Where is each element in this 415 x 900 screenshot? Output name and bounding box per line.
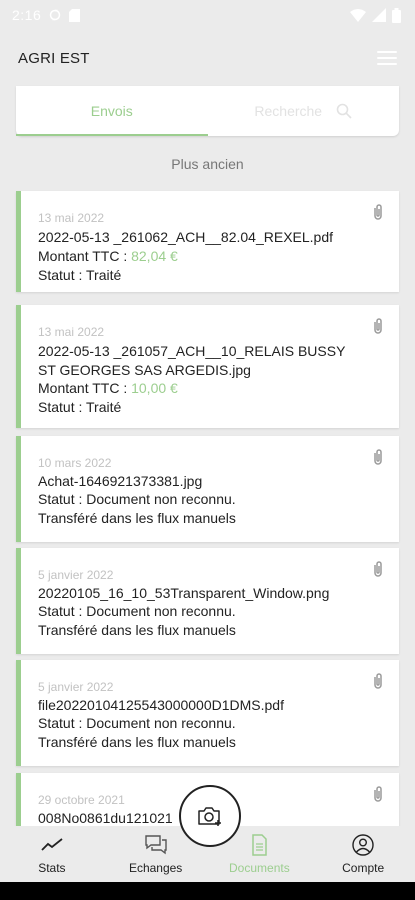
tab-envois[interactable]: Envois xyxy=(16,86,208,136)
document-card[interactable]: 13 mai 2022 2022-05-13 _261057_ACH__10_R… xyxy=(16,305,399,428)
nav-echanges-label: Echanges xyxy=(128,860,183,875)
document-note: Transféré dans les flux manuels xyxy=(38,510,236,526)
amount-value: 10,00 € xyxy=(131,380,178,396)
sync-icon xyxy=(50,9,61,21)
document-date: 29 octobre 2021 xyxy=(38,793,125,807)
document-filename: 20220105_16_10_53Transparent_Window.png xyxy=(38,585,330,601)
system-navigation-bar xyxy=(0,882,415,900)
document-note: Transféré dans les flux manuels xyxy=(38,734,236,750)
paperclip-icon[interactable] xyxy=(371,560,385,578)
tab-recherche-label: Recherche xyxy=(254,103,323,119)
tab-envois-label: Envois xyxy=(90,103,133,119)
chat-icon xyxy=(144,834,167,854)
status-time: 2:16 xyxy=(12,7,42,23)
document-icon xyxy=(252,833,268,856)
app-bar: AGRI EST xyxy=(0,30,415,86)
tab-bar: Envois Recherche xyxy=(16,86,399,136)
document-filename: 008No0861du121021 xyxy=(38,810,173,826)
camera-add-icon xyxy=(198,807,221,826)
wifi-icon xyxy=(350,8,366,22)
document-amount-line: Montant TTC : 82,04 € xyxy=(38,248,178,264)
nav-stats-label: Stats xyxy=(38,860,66,875)
nav-compte[interactable]: Compte xyxy=(311,826,415,882)
document-date: 10 mars 2022 xyxy=(38,456,112,470)
older-documents-link[interactable]: Plus ancien xyxy=(0,156,415,172)
app-title: AGRI EST xyxy=(18,49,90,67)
document-card[interactable]: 13 mai 2022 2022-05-13 _261062_ACH__82.0… xyxy=(16,191,399,292)
document-date: 5 janvier 2022 xyxy=(38,568,114,582)
document-filename: file20220104125543000000D1DMS.pdf xyxy=(38,697,284,713)
hamburger-menu-icon[interactable] xyxy=(377,51,397,65)
amount-label: Montant TTC : xyxy=(38,248,132,264)
document-note: Transféré dans les flux manuels xyxy=(38,622,236,638)
document-date: 5 janvier 2022 xyxy=(38,680,114,694)
nav-documents-label: Documents xyxy=(229,860,290,875)
paperclip-icon[interactable] xyxy=(371,672,385,690)
nav-stats[interactable]: Stats xyxy=(0,826,104,882)
document-status: Statut : Traité xyxy=(38,267,122,283)
battery-icon xyxy=(392,7,401,23)
stats-icon xyxy=(41,837,63,851)
document-status: Statut : Document non reconnu. xyxy=(38,491,236,507)
amount-value: 82,04 € xyxy=(131,248,178,264)
paperclip-icon[interactable] xyxy=(371,448,385,466)
document-status: Statut : Traité xyxy=(38,399,122,415)
document-amount-line: Montant TTC : 10,00 € xyxy=(38,380,178,396)
document-date: 13 mai 2022 xyxy=(38,211,105,225)
document-status: Statut : Document non reconnu. xyxy=(38,603,236,619)
paperclip-icon[interactable] xyxy=(371,317,385,335)
tab-recherche[interactable]: Recherche xyxy=(208,86,400,136)
nav-compte-label: Compte xyxy=(342,860,385,875)
paperclip-icon[interactable] xyxy=(371,785,385,803)
sd-card-icon xyxy=(69,8,81,22)
document-card[interactable]: 5 janvier 2022 file20220104125543000000D… xyxy=(16,660,399,766)
document-filename-line2: ST GEORGES SAS ARGEDIS.jpg xyxy=(38,362,251,378)
paperclip-icon[interactable] xyxy=(371,203,385,221)
document-card[interactable]: 10 mars 2022 Achat-1646921373381.jpg Sta… xyxy=(16,436,399,542)
document-date: 13 mai 2022 xyxy=(38,325,105,339)
document-filename: 2022-05-13 _261062_ACH__82.04_REXEL.pdf xyxy=(38,229,334,245)
signal-icon xyxy=(372,8,386,22)
document-card[interactable]: 5 janvier 2022 20220105_16_10_53Transpar… xyxy=(16,548,399,654)
camera-upload-button[interactable] xyxy=(179,785,241,847)
status-bar: 2:16 xyxy=(0,0,415,30)
search-icon xyxy=(336,103,352,119)
document-filename-line1: 2022-05-13 _261057_ACH__10_RELAIS BUSSY xyxy=(38,343,346,359)
document-status: Statut : Document non reconnu. xyxy=(38,715,236,731)
amount-label: Montant TTC : xyxy=(38,380,132,396)
document-filename: Achat-1646921373381.jpg xyxy=(38,473,203,489)
account-icon xyxy=(352,833,374,856)
